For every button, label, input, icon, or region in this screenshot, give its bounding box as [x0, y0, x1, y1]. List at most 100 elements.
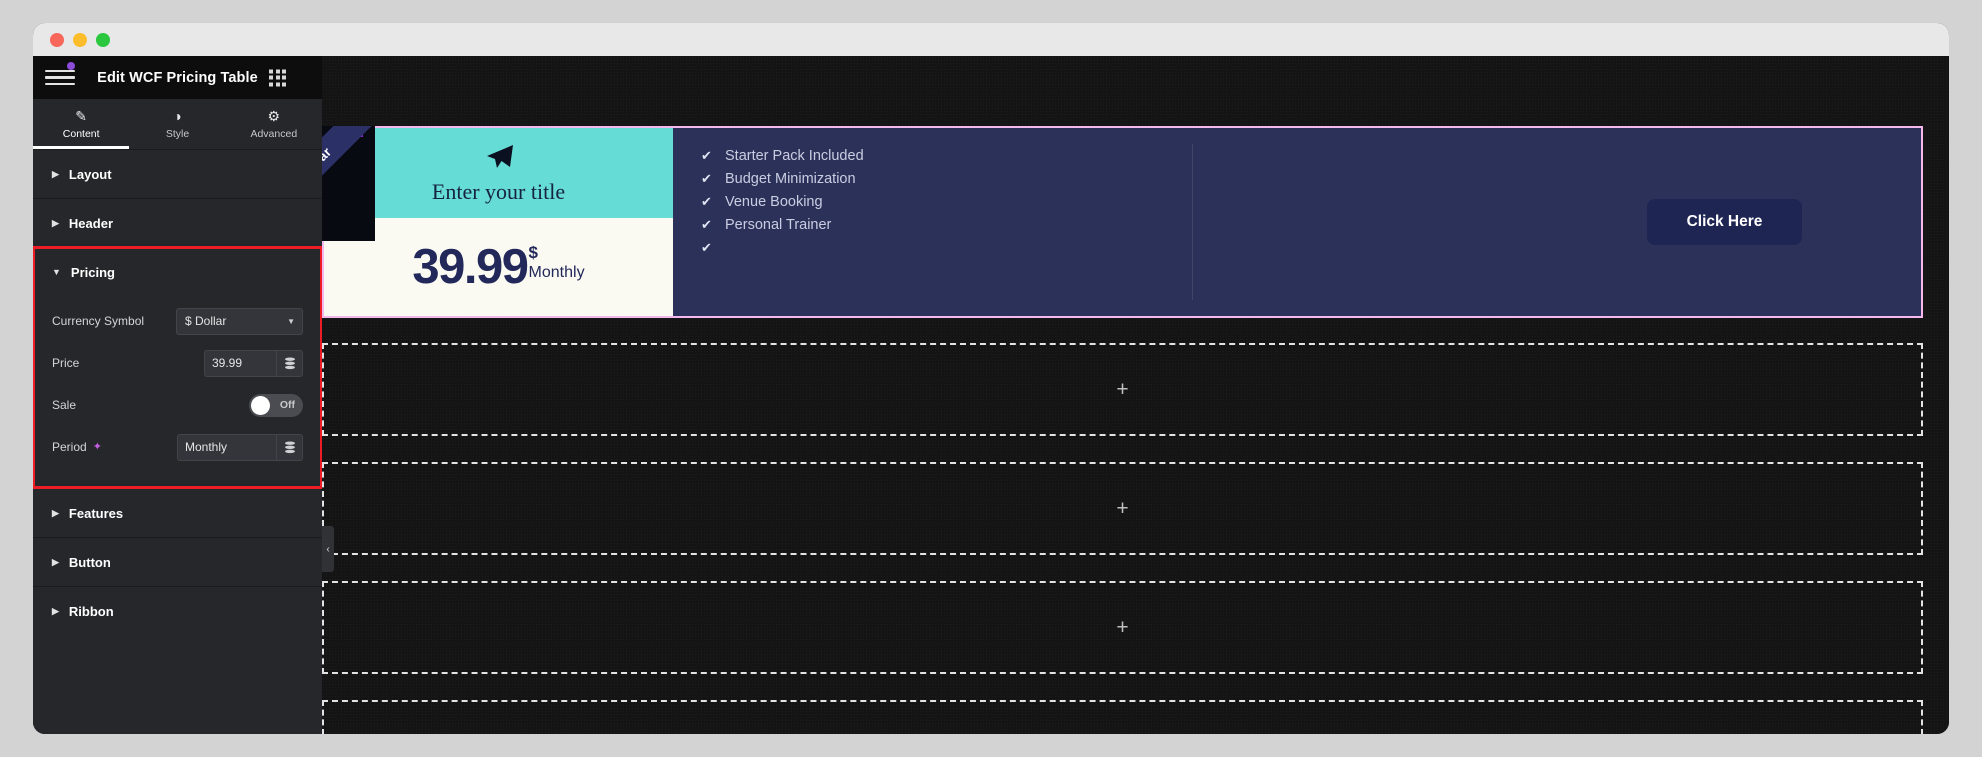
chevron-down-icon: ▼ [287, 316, 295, 326]
field-sale: Sale Off [52, 386, 303, 424]
pricing-price-area: 39.99 $ Monthly [324, 218, 673, 316]
section-button: ▶ Button [33, 537, 322, 586]
section-header-header[interactable]: ▶ Header [33, 199, 322, 247]
section-header-label: Header [68, 215, 113, 231]
tab-style[interactable]: ◑ Style [129, 99, 225, 149]
section-features: ▶ Features [33, 488, 322, 537]
hamburger-icon[interactable] [45, 69, 75, 86]
pencil-icon: ✎ [75, 107, 88, 124]
section-button-header[interactable]: ▶ Button [33, 538, 322, 586]
currency-symbol-label: Currency Symbol [52, 314, 145, 328]
feature-list: ✔ Starter Pack Included ✔ Budget Minimiz… [701, 144, 864, 259]
chevron-down-icon: ▼ [52, 266, 61, 277]
check-icon: ✔ [701, 147, 712, 163]
drop-zone[interactable]: + [322, 581, 1923, 674]
app-window: Edit WCF Pricing Table ✎ Content ◑ Style… [33, 23, 1949, 734]
drop-zone[interactable] [322, 700, 1923, 734]
editor-panel-header: Edit WCF Pricing Table [33, 56, 322, 99]
check-icon: ✔ [701, 193, 712, 209]
window-maximize-button[interactable] [96, 32, 110, 47]
feature-label: Budget Minimization [725, 170, 856, 187]
section-ribbon-header[interactable]: ▶ Ribbon [33, 587, 322, 635]
price-block: 39.99 $ Monthly [412, 239, 585, 294]
feature-label: Personal Trainer [725, 216, 832, 233]
section-pricing: ▼ Pricing Currency Symbol $ Dollar ▼ Pri… [33, 246, 322, 489]
tab-content-label: Content [62, 127, 100, 140]
list-item: ✔ Starter Pack Included [701, 144, 864, 167]
list-item: ✔ Personal Trainer [701, 213, 864, 236]
features-divider [1192, 144, 1193, 300]
price-currency-symbol: $ [528, 242, 539, 262]
sale-toggle-knob [251, 395, 270, 415]
section-layout-label: Layout [68, 166, 112, 182]
tab-content[interactable]: ✎ Content [33, 99, 130, 149]
editor-panel: Edit WCF Pricing Table ✎ Content ◑ Style… [33, 56, 334, 734]
sale-toggle[interactable]: Off [249, 393, 303, 417]
price-period: Monthly [528, 263, 585, 281]
sale-label: Sale [52, 398, 77, 412]
chevron-right-icon: ▶ [52, 556, 59, 567]
list-item: ✔ Budget Minimization [701, 167, 864, 190]
period-input-group [177, 433, 303, 461]
chevron-right-icon: ▶ [52, 605, 59, 616]
field-period: Period ✦ [52, 428, 303, 466]
period-label-text: Period [52, 440, 87, 454]
section-ribbon: ▶ Ribbon [33, 586, 322, 635]
gear-icon: ⚙ [267, 107, 281, 124]
click-here-button[interactable]: Click Here [1646, 199, 1803, 245]
price-amount: 39.99 [412, 239, 529, 294]
section-layout-header[interactable]: ▶ Layout [33, 150, 322, 198]
price-input[interactable] [204, 349, 276, 377]
section-ribbon-label: Ribbon [68, 603, 114, 619]
section-header: ▶ Header [33, 198, 322, 247]
sale-toggle-state: Off [279, 399, 295, 411]
tab-style-label: Style [165, 127, 190, 140]
section-pricing-body: Currency Symbol $ Dollar ▼ Price 39.99 S… [33, 296, 322, 488]
section-pricing-header[interactable]: ▼ Pricing [33, 248, 322, 296]
window-close-button[interactable] [50, 32, 64, 47]
section-features-label: Features [68, 505, 124, 521]
popular-ribbon: Popular [322, 126, 375, 241]
period-dynamic-tags-icon[interactable] [276, 433, 303, 461]
price-input-group [204, 349, 303, 377]
editor-tabs: ✎ Content ◑ Style ⚙ Advanced [33, 99, 322, 149]
window-minimize-button[interactable] [73, 32, 87, 47]
section-button-label: Button [68, 554, 111, 570]
chevron-right-icon: ▶ [52, 168, 59, 179]
plus-icon[interactable]: + [1116, 379, 1128, 400]
popular-ribbon-label: Popular [322, 126, 375, 238]
panel-collapse-handle[interactable]: ‹ [322, 526, 334, 572]
contrast-icon: ◑ [173, 107, 182, 124]
price-label: Price [52, 356, 80, 370]
tab-advanced[interactable]: ⚙ Advanced [226, 99, 322, 149]
window-body: Edit WCF Pricing Table ✎ Content ◑ Style… [33, 56, 1949, 734]
section-features-header[interactable]: ▶ Features [33, 489, 322, 537]
apps-grid-icon[interactable] [269, 69, 286, 86]
field-price: Price [52, 344, 303, 382]
pricing-title: Enter your title [431, 178, 566, 204]
check-icon: ✔ [701, 239, 712, 255]
pricing-action-column: Click Here [1528, 128, 1921, 316]
field-currency-symbol: Currency Symbol $ Dollar ▼ [52, 302, 303, 340]
ai-sparkle-icon[interactable]: ✦ [93, 441, 102, 453]
feature-label: Starter Pack Included [725, 147, 864, 164]
pricing-table-widget[interactable]: Popular Enter your title 39.99 $ Monthly… [322, 126, 1923, 318]
currency-symbol-value: $ Dollar [185, 314, 227, 328]
drop-zone[interactable]: + [322, 462, 1923, 555]
pricing-left-column: Popular Enter your title 39.99 $ Monthly [322, 126, 673, 316]
drop-zone[interactable]: + [322, 343, 1923, 436]
price-meta: $ Monthly [529, 244, 585, 282]
price-dynamic-tags-icon[interactable] [276, 349, 303, 377]
editor-canvas[interactable]: Popular Enter your title 39.99 $ Monthly… [322, 56, 1949, 734]
editor-sections-scroll[interactable]: ▶ Layout ▶ Header ▼ Pricing Currency Sym… [33, 149, 322, 734]
window-titlebar [33, 23, 1949, 56]
plus-icon[interactable]: + [1116, 498, 1128, 519]
notification-badge-dot [67, 62, 75, 70]
paper-plane-icon [484, 144, 514, 175]
period-input[interactable] [177, 433, 276, 461]
currency-symbol-select[interactable]: $ Dollar ▼ [176, 307, 303, 335]
plus-icon[interactable]: + [1116, 617, 1128, 638]
tab-advanced-label: Advanced [250, 127, 298, 140]
check-icon: ✔ [701, 216, 712, 232]
section-layout: ▶ Layout [33, 149, 322, 198]
